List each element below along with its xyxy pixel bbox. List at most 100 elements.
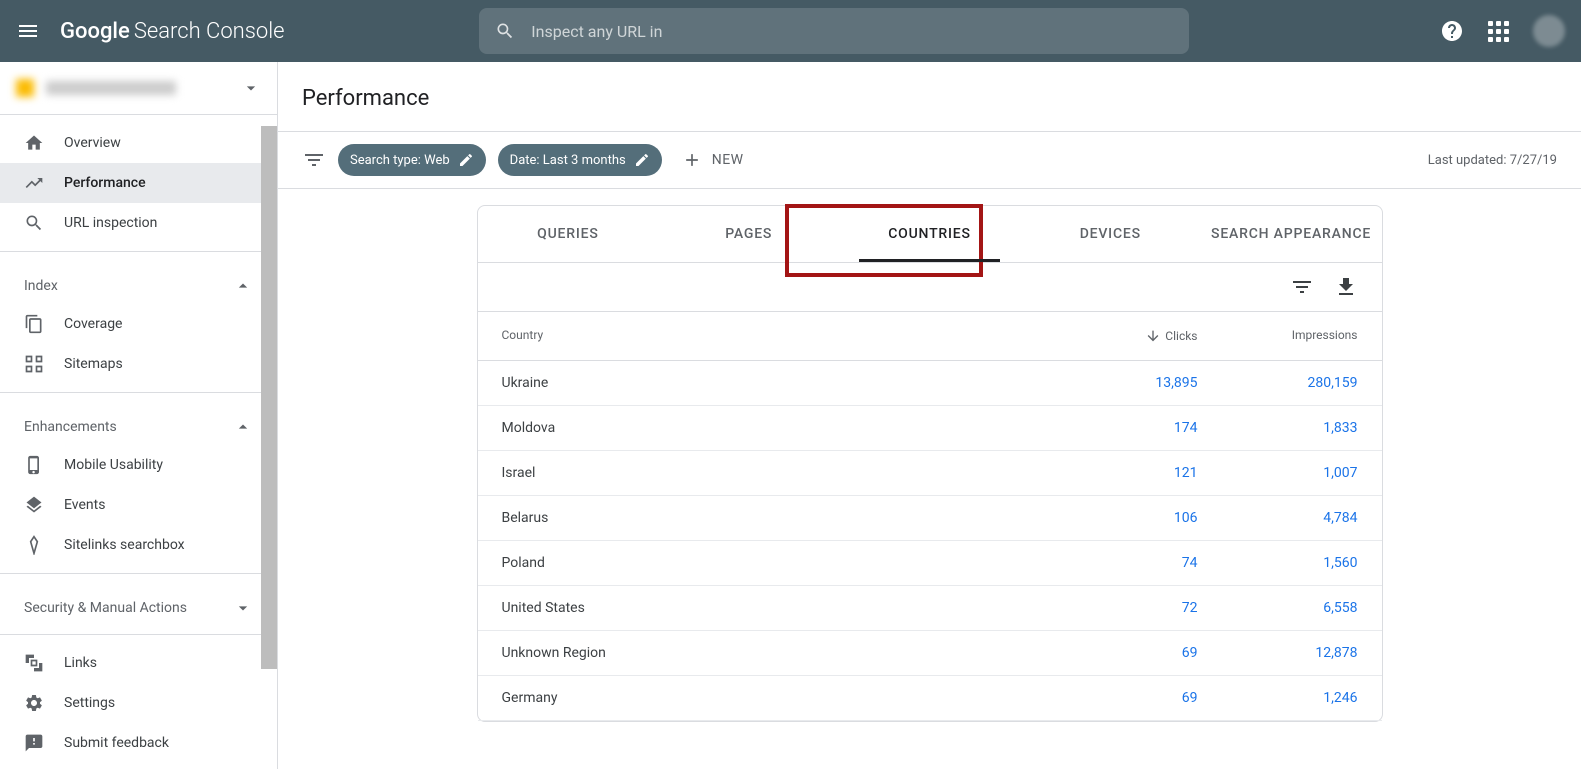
chip-label: Date: Last 3 months — [510, 153, 626, 168]
table-row[interactable]: Israel 121 1,007 — [478, 451, 1382, 496]
filter-date[interactable]: Date: Last 3 months — [498, 144, 662, 176]
tab-devices[interactable]: DEVICES — [1020, 206, 1201, 262]
help-icon[interactable] — [1440, 19, 1464, 43]
table-row[interactable]: Unknown Region 69 12,878 — [478, 631, 1382, 676]
download-icon[interactable] — [1334, 275, 1358, 299]
property-selector[interactable] — [0, 62, 277, 115]
plus-icon — [682, 150, 702, 170]
sidebar-item-label: Submit feedback — [64, 735, 169, 751]
filter-search-type[interactable]: Search type: Web — [338, 144, 486, 176]
sidebar-item-settings[interactable]: Settings — [0, 683, 277, 723]
feedback-icon — [24, 733, 44, 753]
cell-country: Unknown Region — [502, 645, 1038, 661]
cell-impressions: 1,007 — [1198, 465, 1358, 481]
nav-section-security-manual-actions[interactable]: Security & Manual Actions — [0, 582, 277, 626]
property-name — [46, 81, 176, 95]
sidebar-item-label: URL inspection — [64, 215, 157, 231]
col-country-header[interactable]: Country — [502, 328, 1038, 344]
cell-clicks: 72 — [1038, 600, 1198, 616]
last-updated: Last updated: 7/27/19 — [1428, 153, 1557, 168]
nav-section-index[interactable]: Index — [0, 260, 277, 304]
trend-icon — [24, 173, 44, 193]
logo-google: Google — [60, 19, 130, 44]
new-filter-button[interactable]: NEW — [682, 150, 744, 170]
scrollbar[interactable] — [261, 126, 277, 669]
sidebar-item-performance[interactable]: Performance — [0, 163, 277, 203]
sidebar-item-label: Links — [64, 655, 97, 671]
col-clicks-header[interactable]: Clicks — [1038, 328, 1198, 344]
sidebar-item-label: Settings — [64, 695, 115, 711]
sidebar-item-sitelinks-searchbox[interactable]: Sitelinks searchbox — [0, 525, 277, 565]
app-header: Google Search Console — [0, 0, 1581, 62]
table-row[interactable]: Ukraine 13,895 280,159 — [478, 361, 1382, 406]
col-impressions-header[interactable]: Impressions — [1198, 328, 1358, 344]
cell-country: Germany — [502, 690, 1038, 706]
new-label: NEW — [712, 152, 744, 168]
sidebar-item-submit-feedback[interactable]: Submit feedback — [0, 723, 277, 763]
search-input[interactable] — [531, 22, 1173, 41]
chevron-down-icon — [241, 78, 261, 98]
cell-country: Moldova — [502, 420, 1038, 436]
sidebar-item-url-inspection[interactable]: URL inspection — [0, 203, 277, 243]
sidebar-item-sitemaps[interactable]: Sitemaps — [0, 344, 277, 384]
search-icon — [24, 213, 44, 233]
tab-search-appearance[interactable]: SEARCH APPEARANCE — [1201, 206, 1382, 262]
layers-icon — [24, 495, 44, 515]
sidebar: Overview Performance URL inspection Inde… — [0, 62, 278, 769]
sidebar-item-label: Coverage — [64, 316, 122, 332]
arrow-down-icon — [1145, 328, 1161, 344]
sidebar-item-overview[interactable]: Overview — [0, 123, 277, 163]
table-row[interactable]: United States 72 6,558 — [478, 586, 1382, 631]
table-header: Country Clicks Impressions — [478, 312, 1382, 361]
cell-impressions: 1,246 — [1198, 690, 1358, 706]
sidebar-item-events[interactable]: Events — [0, 485, 277, 525]
cell-country: Poland — [502, 555, 1038, 571]
chip-label: Search type: Web — [350, 153, 450, 168]
cell-impressions: 4,784 — [1198, 510, 1358, 526]
logo: Google Search Console — [60, 19, 285, 44]
sidebar-item-links[interactable]: Links — [0, 643, 277, 683]
home-icon — [24, 133, 44, 153]
cell-clicks: 69 — [1038, 690, 1198, 706]
menu-icon[interactable] — [16, 19, 40, 43]
cell-country: United States — [502, 600, 1038, 616]
search-box[interactable] — [479, 8, 1189, 54]
mobile-icon — [24, 455, 44, 475]
tab-pages[interactable]: PAGES — [658, 206, 839, 262]
copy-icon — [24, 314, 44, 334]
avatar[interactable] — [1533, 15, 1565, 47]
tab-queries[interactable]: QUERIES — [478, 206, 659, 262]
links-icon — [24, 653, 44, 673]
nav-section-enhancements[interactable]: Enhancements — [0, 401, 277, 445]
sidebar-item-mobile-usability[interactable]: Mobile Usability — [0, 445, 277, 485]
cell-impressions: 12,878 — [1198, 645, 1358, 661]
cell-impressions: 1,833 — [1198, 420, 1358, 436]
table-row[interactable]: Germany 69 1,246 — [478, 676, 1382, 721]
cell-clicks: 106 — [1038, 510, 1198, 526]
cell-clicks: 74 — [1038, 555, 1198, 571]
table-body: Ukraine 13,895 280,159 Moldova 174 1,833… — [478, 361, 1382, 721]
table-row[interactable]: Moldova 174 1,833 — [478, 406, 1382, 451]
tab-countries[interactable]: COUNTRIES — [839, 206, 1020, 262]
apps-icon[interactable] — [1488, 21, 1509, 42]
filter-icon[interactable] — [302, 148, 326, 172]
content: Performance Search type: Web Date: Last … — [278, 62, 1581, 769]
cell-clicks: 13,895 — [1038, 375, 1198, 391]
cell-impressions: 6,558 — [1198, 600, 1358, 616]
table-filter-icon[interactable] — [1290, 275, 1314, 299]
table-row[interactable]: Poland 74 1,560 — [478, 541, 1382, 586]
cell-country: Ukraine — [502, 375, 1038, 391]
sitemap-icon — [24, 354, 44, 374]
cell-clicks: 69 — [1038, 645, 1198, 661]
sidebar-item-coverage[interactable]: Coverage — [0, 304, 277, 344]
cell-clicks: 121 — [1038, 465, 1198, 481]
chevron-up-icon — [233, 276, 253, 296]
cell-country: Belarus — [502, 510, 1038, 526]
cell-impressions: 1,560 — [1198, 555, 1358, 571]
filters-bar: Search type: Web Date: Last 3 months NEW… — [278, 132, 1581, 189]
sidebar-item-label: Sitelinks searchbox — [64, 537, 185, 553]
edit-icon — [458, 152, 474, 168]
table-row[interactable]: Belarus 106 4,784 — [478, 496, 1382, 541]
sidebar-item-label: Overview — [64, 135, 121, 151]
sidebar-item-label: Performance — [64, 175, 146, 191]
